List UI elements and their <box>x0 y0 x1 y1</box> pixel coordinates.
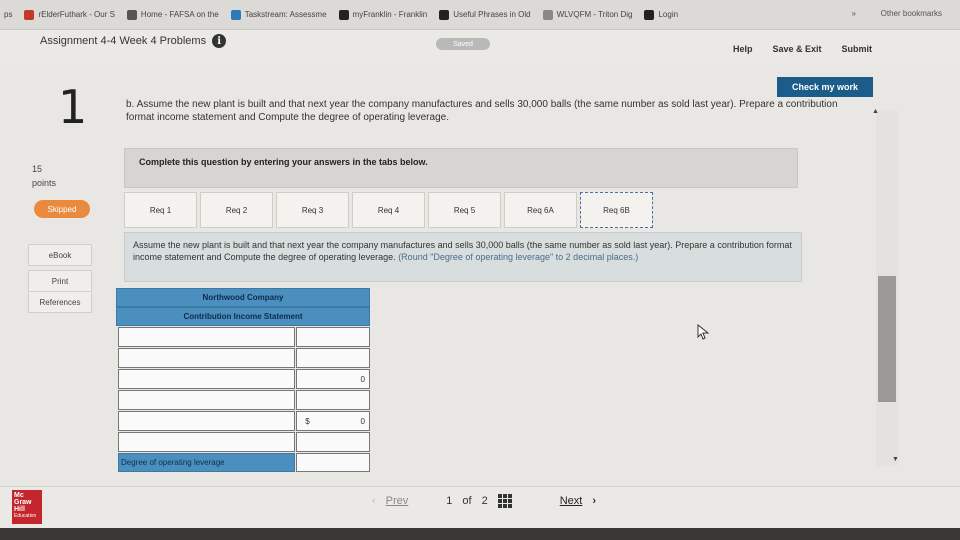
bookmark-label: Useful Phrases in Old <box>453 10 531 19</box>
complete-instruction: Complete this question by entering your … <box>124 148 798 188</box>
statement-row <box>116 326 370 347</box>
statement-label-input[interactable] <box>118 327 296 347</box>
tab-panel-instructions: Assume the new plant is built and that n… <box>124 232 802 282</box>
assignment-title: Assignment 4-4 Week 4 Problems i <box>40 34 227 48</box>
statement-amount-input[interactable] <box>296 390 370 410</box>
bookmark-favicon-icon <box>126 9 137 20</box>
bookmark-label: myFranklin - Franklin <box>352 10 428 19</box>
statement-row: 0 <box>116 368 370 389</box>
bookmarks-overflow-chevron[interactable]: » <box>852 9 856 18</box>
amount-value: 0 <box>360 374 365 384</box>
statement-label-input[interactable] <box>118 369 296 389</box>
req-tabs: Req 1 Req 2 Req 3 Req 4 Req 5 Req 6A Req… <box>124 192 653 228</box>
statement-amount-input[interactable] <box>296 432 370 452</box>
statement-amount-input[interactable]: 0 <box>296 369 370 389</box>
statement-title: Contribution Income Statement <box>116 307 370 326</box>
bookmark-favicon-icon <box>542 9 553 20</box>
scroll-up-icon[interactable]: ▲ <box>872 108 879 115</box>
assignment-header: Assignment 4-4 Week 4 Problems i Saved H… <box>0 30 960 64</box>
tab-req-5[interactable]: Req 5 <box>428 192 501 228</box>
grid-icon[interactable] <box>497 494 512 508</box>
prev-chevron-icon[interactable]: ‹ <box>372 495 376 507</box>
page-current: 1 <box>446 495 453 507</box>
statement-label-input[interactable] <box>118 390 296 410</box>
points: 15 points <box>32 162 56 190</box>
tab-req-6a[interactable]: Req 6A <box>504 192 577 228</box>
bookmark-favicon-icon <box>230 9 241 20</box>
tab-req-6b[interactable]: Req 6B <box>580 192 653 228</box>
assignment-title-text: Assignment 4-4 Week 4 Problems <box>40 35 207 47</box>
next-button[interactable]: Next <box>560 495 583 507</box>
bookmark-label: ps <box>4 10 13 19</box>
bookmark-item[interactable]: myFranklin - Franklin <box>338 9 428 20</box>
question-text: b. Assume the new plant is built and tha… <box>126 99 838 123</box>
mcgraw-hill-logo: Mc Graw Hill Education <box>12 490 42 524</box>
submit-button[interactable]: Submit <box>842 44 873 54</box>
statement-label-input[interactable] <box>118 411 296 431</box>
bookmark-favicon-icon <box>24 9 35 20</box>
info-icon[interactable]: i <box>212 34 227 48</box>
statement-amount-input[interactable] <box>296 348 370 368</box>
statement-row <box>116 389 370 410</box>
bookmark-label: Taskstream: Assessme <box>244 10 327 19</box>
scroll-down-icon[interactable]: ▼ <box>892 456 899 463</box>
bookmark-item[interactable]: Login <box>644 9 679 20</box>
panel-hint: (Round "Degree of operating leverage" to… <box>398 252 639 262</box>
taskbar-strip <box>0 528 960 540</box>
bookmark-label: Login <box>658 10 679 19</box>
statement-row <box>116 347 370 368</box>
statement-label-input[interactable] <box>118 348 296 368</box>
statement-amount-input[interactable] <box>296 327 370 347</box>
statement-label-input[interactable] <box>118 432 296 452</box>
bookmark-item[interactable]: Home - FAFSA on the <box>126 9 219 20</box>
statement-row: $0 <box>116 410 370 431</box>
tab-req-3[interactable]: Req 3 <box>276 192 349 228</box>
income-statement-table: Northwood Company Contribution Income St… <box>116 288 370 472</box>
dol-row: Degree of operating leverage <box>116 452 370 472</box>
dol-input[interactable] <box>296 453 370 472</box>
dollar-sign: $ <box>305 416 310 426</box>
scrollbar-thumb[interactable] <box>878 276 896 402</box>
saved-status: Saved <box>436 38 490 50</box>
statement-row <box>116 431 370 452</box>
other-bookmarks[interactable]: Other bookmarks <box>881 9 942 18</box>
bookmark-favicon-icon <box>644 9 655 20</box>
ebook-button[interactable]: eBook <box>28 244 92 266</box>
mouse-cursor-icon <box>697 324 710 340</box>
references-button[interactable]: References <box>28 291 92 313</box>
bookmark-favicon-icon <box>338 9 349 20</box>
bookmark-item[interactable]: rElderFuthark - Our S <box>24 9 115 20</box>
pagination: ‹ Prev 1 of 2 Next › <box>372 494 596 508</box>
bookmark-label: WLVQFM - Triton Dig <box>556 10 633 19</box>
bookmark-item[interactable]: WLVQFM - Triton Dig <box>542 9 633 20</box>
tab-req-2[interactable]: Req 2 <box>200 192 273 228</box>
amount-value: 0 <box>360 416 365 426</box>
page-total: 2 <box>481 495 488 507</box>
points-label: points <box>32 178 57 188</box>
bookmark-label: rElderFuthark - Our S <box>38 10 115 19</box>
tab-req-4[interactable]: Req 4 <box>352 192 425 228</box>
bookmark-label: Home - FAFSA on the <box>140 10 219 19</box>
dol-label: Degree of operating leverage <box>118 453 296 472</box>
bookmark-item[interactable]: Taskstream: Assessme <box>230 9 327 20</box>
skipped-badge: Skipped <box>34 200 90 218</box>
page-of: of <box>462 495 472 507</box>
prev-button[interactable]: Prev <box>386 495 409 507</box>
save-exit-button[interactable]: Save & Exit <box>772 44 821 54</box>
bookmark-item[interactable]: Useful Phrases in Old <box>439 9 531 20</box>
check-my-work-button[interactable]: Check my work <box>777 77 873 97</box>
company-name: Northwood Company <box>116 288 370 307</box>
tab-req-1[interactable]: Req 1 <box>124 192 197 228</box>
bookmark-item[interactable]: ps <box>4 10 12 19</box>
question-number: 1 <box>58 80 88 134</box>
next-chevron-icon[interactable]: › <box>592 495 596 507</box>
bookmark-favicon-icon <box>439 9 450 20</box>
bookmarks-bar: ps rElderFuthark - Our S Home - FAFSA on t… <box>0 0 960 30</box>
statement-amount-input[interactable]: $0 <box>296 411 370 431</box>
help-button[interactable]: Help <box>733 44 753 54</box>
points-value: 15 <box>32 164 43 174</box>
print-button[interactable]: Print <box>28 270 92 292</box>
